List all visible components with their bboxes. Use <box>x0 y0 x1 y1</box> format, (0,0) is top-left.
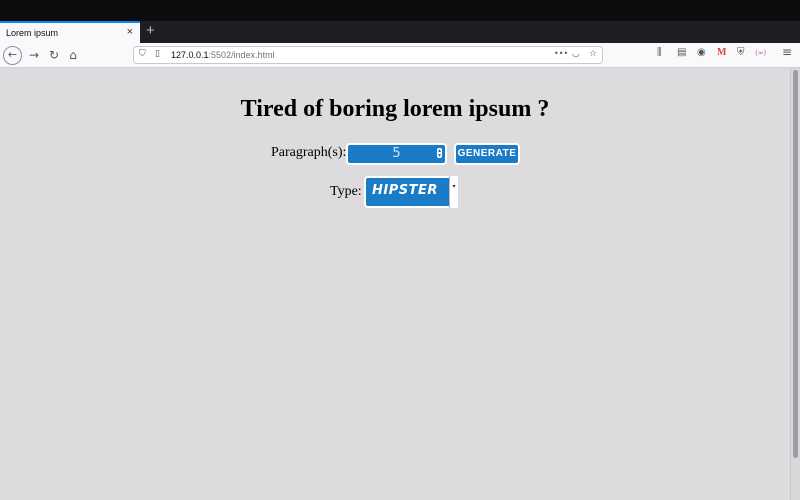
tab-title: Lorem ipsum <box>6 28 59 38</box>
url-text: 127.0.0.1:5502/index.html <box>171 50 275 60</box>
page-icon[interactable]: ▯ <box>155 49 160 59</box>
menu-icon[interactable]: ≡ <box>782 45 792 59</box>
generate-button[interactable]: GENERATE <box>454 143 520 165</box>
new-tab-button[interactable]: + <box>146 23 155 39</box>
reload-icon[interactable]: ↻ <box>45 46 63 64</box>
forward-arrow-icon[interactable]: → <box>25 46 43 64</box>
vertical-scrollbar[interactable] <box>790 68 800 500</box>
paragraphs-number-input[interactable]: 5 ▴ ▾ <box>346 143 447 165</box>
back-arrow-icon[interactable]: ← <box>3 46 22 65</box>
window-titlebar <box>0 0 800 21</box>
paragraphs-label: Paragraph(s): <box>271 145 347 160</box>
paragraphs-value: 5 <box>392 146 401 161</box>
bookmark-star-icon[interactable]: ☆ <box>589 49 597 59</box>
account-icon[interactable]: ◉ <box>697 47 706 58</box>
pocket-icon[interactable]: ◡ <box>572 49 580 59</box>
more-options-icon[interactable]: ••• <box>554 49 568 58</box>
sidebar-icon[interactable]: ▤ <box>677 47 686 58</box>
type-label: Type: <box>330 184 362 199</box>
tab-strip: Lorem ipsum × + <box>0 21 800 43</box>
type-select[interactable]: HIPSTER ▾ <box>364 176 458 208</box>
page-content: Tired of boring lorem ipsum ? Paragraph(… <box>0 68 790 500</box>
url-bar[interactable]: ⛉ ▯ 127.0.0.1:5502/index.html ••• ◡ ☆ <box>133 46 603 64</box>
extension-icon[interactable]: (∞) <box>755 49 766 57</box>
type-selected-value: HIPSTER <box>372 183 438 198</box>
navigation-bar: ← → ↻ ⌂ ⛉ ▯ 127.0.0.1:5502/index.html ••… <box>0 43 800 68</box>
chevron-down-icon[interactable]: ▾ <box>449 176 458 208</box>
gmail-icon[interactable]: M <box>717 47 726 58</box>
spinner-icon[interactable]: ▴ ▾ <box>437 148 442 159</box>
library-icon[interactable]: ⫼ <box>657 47 662 58</box>
shield-extension-icon[interactable]: ⛨ <box>737 47 745 58</box>
home-icon[interactable]: ⌂ <box>64 46 82 64</box>
tab-lorem-ipsum[interactable]: Lorem ipsum × <box>0 21 140 43</box>
close-icon[interactable]: × <box>127 26 133 38</box>
page-title: Tired of boring lorem ipsum ? <box>240 96 550 122</box>
scrollbar-thumb[interactable] <box>793 70 798 458</box>
shield-icon[interactable]: ⛉ <box>139 49 146 59</box>
